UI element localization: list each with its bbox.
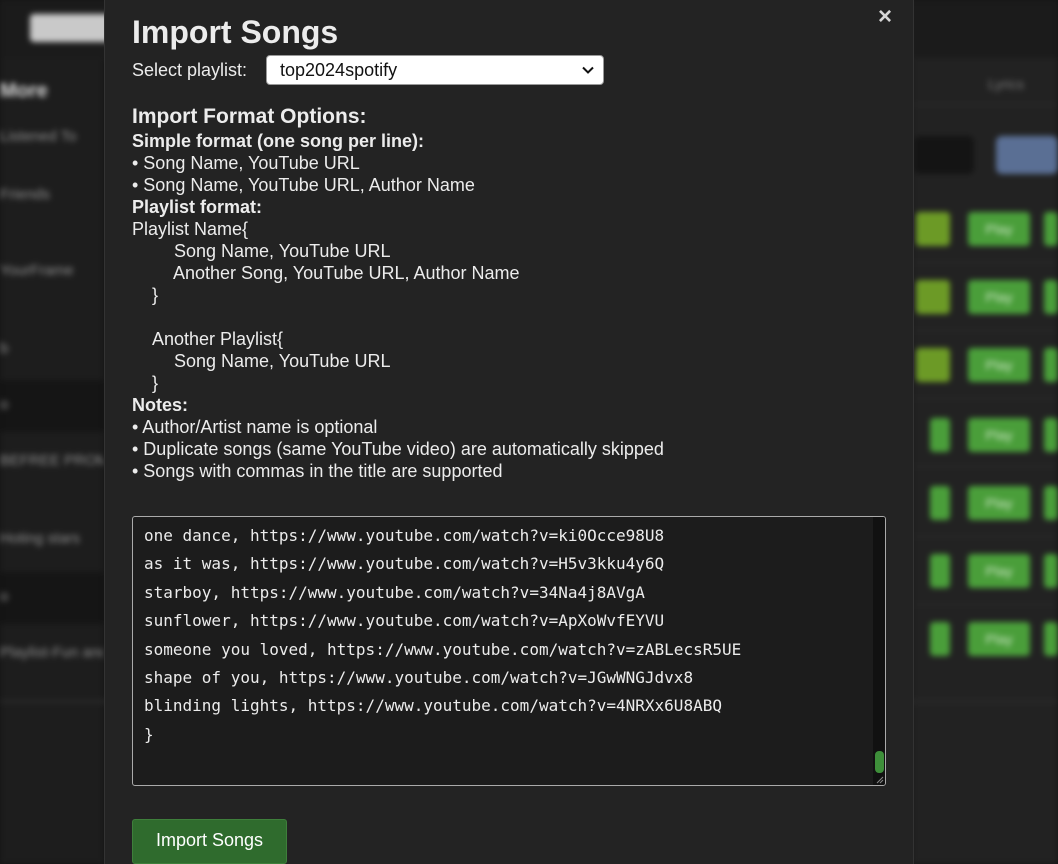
background-sidebar-item: Playlist-Fun and <box>0 644 104 661</box>
background-row-button <box>1044 212 1058 246</box>
playlist-select-value: top2024spotify <box>280 60 398 80</box>
background-action-button <box>996 136 1058 174</box>
background-row-divider <box>912 604 1058 605</box>
background-sidebar-item: BEFREE PROMO <box>0 452 104 469</box>
close-button[interactable]: × <box>875 5 895 29</box>
background-sidebar-item: Listened To <box>0 128 77 145</box>
background-play-button: Play <box>968 486 1030 520</box>
background-play-button: Play <box>968 418 1030 452</box>
note-item-text: • Author/Artist name is optional <box>132 417 378 437</box>
import-songs-modal: × Import Songs Select playlist: top2024s… <box>104 0 914 864</box>
textarea-line: } <box>144 724 154 744</box>
playlist-select-label: Select playlist: <box>132 60 248 80</box>
background-row-button <box>930 622 950 656</box>
background-row-button <box>1044 622 1058 656</box>
textarea-scrollbar[interactable] <box>873 517 885 785</box>
note-item-text: • Songs with commas in the title are sup… <box>132 461 503 481</box>
background-divider <box>912 104 1058 105</box>
background-row-button <box>930 554 950 588</box>
background-play-button: Play <box>968 212 1030 246</box>
background-tab: Lyrics <box>988 76 1025 92</box>
background-content <box>912 58 1058 864</box>
songs-textarea[interactable]: one dance, https://www.youtube.com/watch… <box>132 516 886 786</box>
background-row-button <box>1044 554 1058 588</box>
textarea-line: as it was, https://www.youtube.com/watch… <box>144 554 665 574</box>
background-row-button <box>1044 280 1058 314</box>
playlist-example-line: Song Name, YouTube URL <box>174 241 391 261</box>
background-row-button <box>1044 348 1058 382</box>
songs-textarea-content: one dance, https://www.youtube.com/watch… <box>144 522 741 749</box>
resize-grip-icon[interactable] <box>876 776 884 784</box>
background-row-button <box>1044 418 1058 452</box>
background-sidebar-item: o <box>0 396 9 413</box>
background-row-button <box>930 486 950 520</box>
textarea-line: sunflower, https://www.youtube.com/watch… <box>144 611 665 631</box>
background-row-divider <box>912 262 1058 263</box>
playlist-example-line: } <box>152 373 159 393</box>
simple-format-item-text: • Song Name, YouTube URL <box>132 153 360 173</box>
textarea-line: someone you loved, https://www.youtube.c… <box>144 639 742 659</box>
textarea-line: shape of you, https://www.youtube.com/wa… <box>144 668 694 688</box>
background-row-divider <box>912 398 1058 399</box>
background-sidebar-title: More <box>0 80 48 102</box>
textarea-line: one dance, https://www.youtube.com/watch… <box>144 526 665 545</box>
notes-heading: Notes: <box>132 395 189 415</box>
background-row-divider <box>912 536 1058 537</box>
simple-format-item-text: • Song Name, YouTube URL, Author Name <box>132 175 475 195</box>
scrollbar-thumb[interactable] <box>875 751 884 773</box>
background-play-button: Play <box>968 554 1030 588</box>
background-row-button <box>930 418 950 452</box>
background-logo <box>30 14 110 42</box>
textarea-line: blinding lights, https://www.youtube.com… <box>144 696 722 716</box>
playlist-example-line: Song Name, YouTube URL <box>174 351 391 371</box>
background-play-button: Play <box>968 280 1030 314</box>
background-sidebar-item: YourFrame <box>0 262 74 279</box>
background-play-button: Play <box>968 622 1030 656</box>
background-star-icon <box>916 212 950 246</box>
background-sidebar-item: o <box>0 588 9 605</box>
background-row-button <box>1044 486 1058 520</box>
simple-format-heading: Simple format (one song per line): <box>132 131 425 151</box>
background-row-divider <box>912 330 1058 331</box>
chevron-down-icon <box>582 66 594 74</box>
playlist-format-heading: Playlist format: <box>132 197 263 217</box>
textarea-line: starboy, https://www.youtube.com/watch?v… <box>144 582 645 602</box>
playlist-example-line: } <box>152 285 159 305</box>
background-star-icon <box>916 348 950 382</box>
background-sidebar-item: b <box>0 340 9 357</box>
note-item-text: • Duplicate songs (same YouTube video) a… <box>132 439 664 459</box>
playlist-example-line: Playlist Name{ <box>132 219 249 239</box>
import-songs-button[interactable]: Import Songs <box>132 819 287 864</box>
playlist-select[interactable]: top2024spotify <box>266 55 604 85</box>
background-search-field <box>914 136 974 174</box>
background-row-divider <box>912 466 1058 467</box>
background-sidebar-item: Hoting stars <box>0 530 81 547</box>
background-play-button: Play <box>968 348 1030 382</box>
format-options-heading: Import Format Options: <box>132 105 367 128</box>
playlist-example-line: Another Playlist{ <box>152 329 284 349</box>
playlist-example-line: Another Song, YouTube URL, Author Name <box>173 263 520 283</box>
background-sidebar-item: Friends <box>0 186 51 203</box>
modal-title: Import Songs <box>132 14 339 50</box>
background-star-icon <box>916 280 950 314</box>
